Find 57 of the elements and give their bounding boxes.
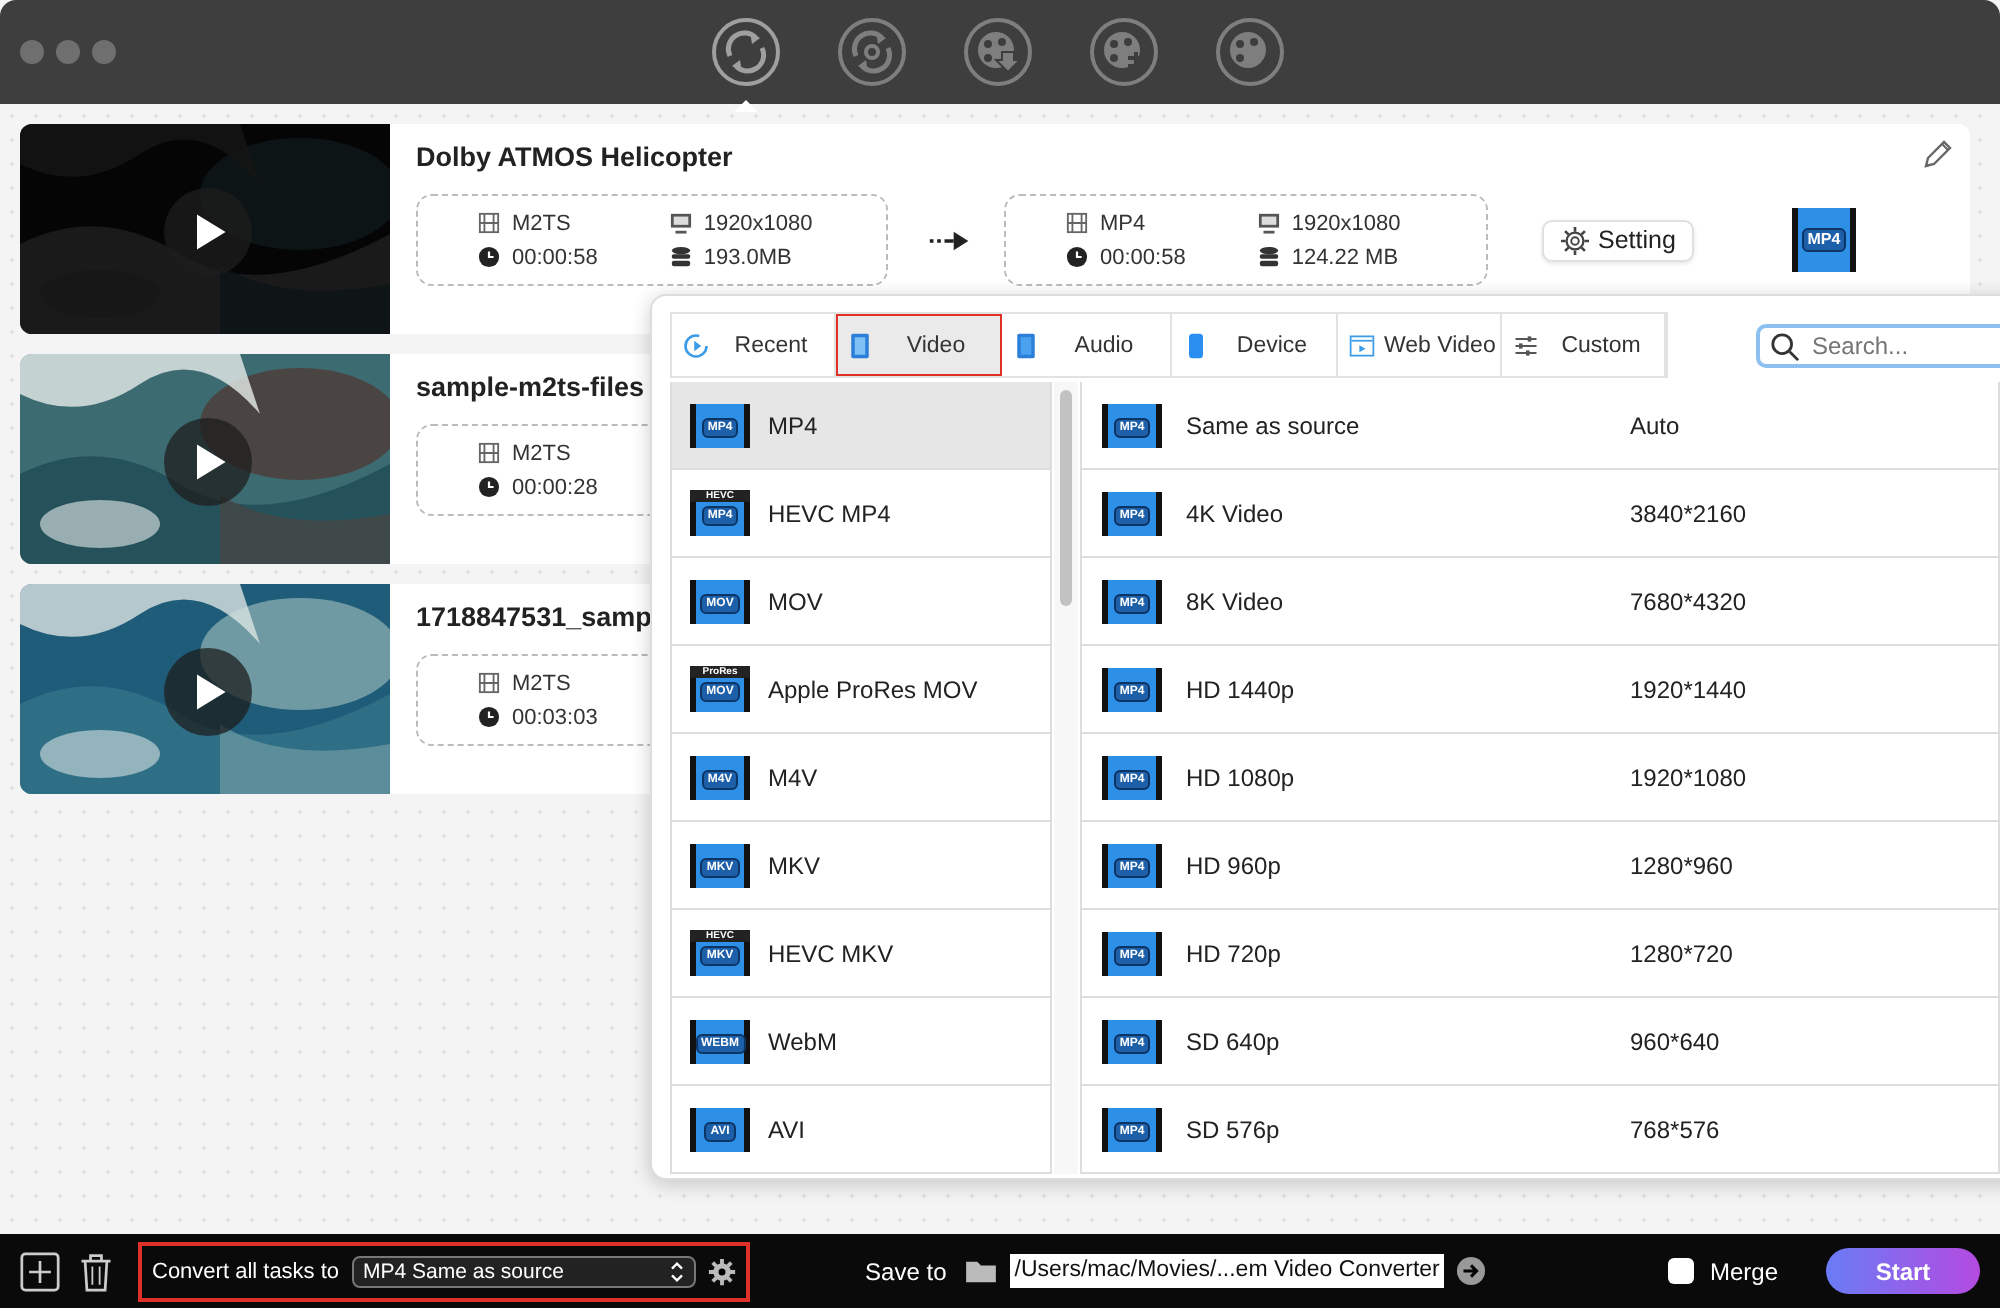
download-tool-icon[interactable] xyxy=(962,16,1034,88)
save-path-field[interactable]: /Users/mac/Movies/...em Video Converter xyxy=(1010,1254,1444,1288)
film-icon xyxy=(1066,212,1088,234)
format-text: M2TS xyxy=(512,211,571,235)
film-icon xyxy=(1012,331,1040,359)
edit-icon[interactable] xyxy=(1922,138,1954,170)
format-select[interactable]: MP4 Same as source xyxy=(351,1255,696,1287)
video-title: Dolby ATMOS Helicopter xyxy=(416,142,733,176)
folder-icon[interactable] xyxy=(964,1258,999,1284)
resolution-text: 1920x1080 xyxy=(703,211,813,235)
recent-icon xyxy=(682,331,710,359)
size-text: 124.22 MB xyxy=(1291,245,1399,269)
format-icon: MP4 xyxy=(1791,208,1856,272)
monitor-icon xyxy=(669,212,692,234)
monitor-icon xyxy=(1257,212,1280,234)
duration-text: 00:00:28 xyxy=(512,475,598,499)
settings-icon xyxy=(1560,225,1590,255)
merge-label: Merge xyxy=(1709,1257,1778,1285)
clock-icon xyxy=(478,706,500,728)
film-icon xyxy=(478,672,500,694)
size-text: 193.0MB xyxy=(703,245,792,269)
trash-icon[interactable] xyxy=(76,1251,116,1291)
arrow-icon xyxy=(928,229,972,251)
search-field[interactable]: Search... xyxy=(1756,323,2000,367)
merge-tool-icon[interactable] xyxy=(1088,16,1160,88)
format-text: M2TS xyxy=(512,441,571,465)
video-title: sample-m2ts-files xyxy=(416,372,645,406)
selection-pointer xyxy=(734,100,758,112)
scrollbar[interactable] xyxy=(1060,390,1072,606)
convert-label: Convert all tasks to xyxy=(152,1259,340,1283)
edit-tool-icon[interactable] xyxy=(1214,16,1286,88)
duration-text: 00:00:58 xyxy=(512,245,598,269)
database-icon xyxy=(669,246,692,268)
setting-button[interactable]: Setting xyxy=(1542,219,1694,261)
format-text: MP4 xyxy=(1100,211,1146,235)
clock-icon xyxy=(1066,246,1088,268)
chevron-icon xyxy=(669,1261,684,1281)
web-video-icon xyxy=(1348,331,1376,359)
compress-tool-icon[interactable] xyxy=(836,16,908,88)
film-icon xyxy=(846,331,874,359)
clock-icon xyxy=(478,246,500,268)
video-title: 1718847531_samp xyxy=(416,602,652,636)
film-icon xyxy=(478,212,500,234)
film-icon xyxy=(478,442,500,464)
add-icon[interactable] xyxy=(20,1251,60,1291)
duration-text: 00:03:03 xyxy=(512,705,598,729)
duration-text: 00:00:58 xyxy=(1100,245,1186,269)
sliders-icon xyxy=(1512,331,1540,359)
database-icon xyxy=(1257,246,1280,268)
format-tab[interactable]: Video xyxy=(836,314,1002,376)
merge-checkbox[interactable] xyxy=(1667,1258,1694,1284)
resolution-text: 1920x1080 xyxy=(1291,211,1401,235)
start-button[interactable]: Start xyxy=(1826,1248,1980,1294)
format-text: M2TS xyxy=(512,671,571,695)
save-label: Save to xyxy=(865,1257,947,1285)
settings-icon[interactable] xyxy=(707,1257,736,1285)
clock-icon xyxy=(478,476,500,498)
